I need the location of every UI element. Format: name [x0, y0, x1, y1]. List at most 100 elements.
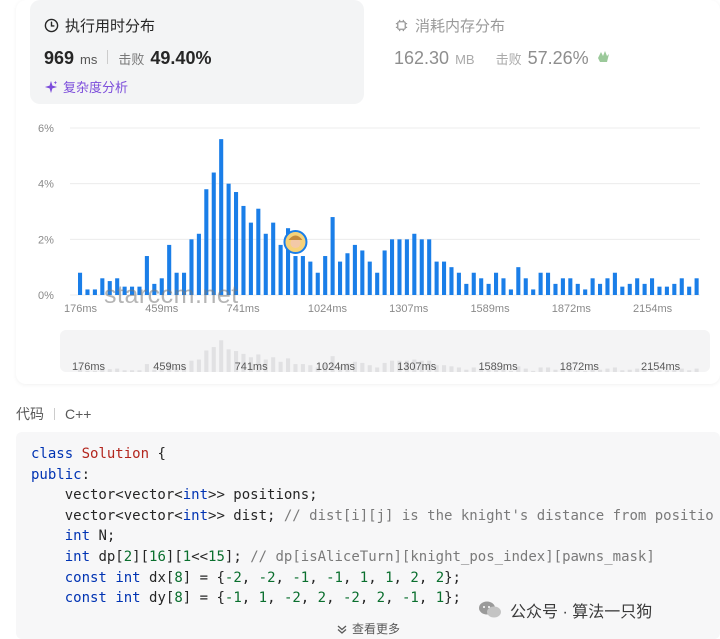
chart-bar[interactable] — [219, 139, 224, 295]
chart-bar[interactable] — [612, 272, 617, 295]
chart-bar[interactable] — [501, 278, 506, 295]
chart-bar[interactable] — [471, 272, 476, 295]
chart-bar[interactable] — [375, 272, 380, 295]
chart-bar[interactable] — [92, 289, 97, 295]
chart-bar[interactable] — [263, 233, 268, 295]
chart-bar[interactable] — [560, 278, 565, 295]
chart-bar[interactable] — [85, 289, 90, 295]
chart-bar[interactable] — [226, 183, 231, 295]
chart-bar[interactable] — [449, 267, 454, 295]
chart-bar[interactable] — [256, 208, 261, 295]
chart-bar[interactable] — [330, 217, 335, 295]
code-token: vector<vector< — [31, 507, 183, 524]
chart-bar[interactable] — [523, 278, 528, 295]
complexity-analysis-link[interactable]: 复杂度分析 — [44, 77, 128, 96]
chart-bar[interactable] — [241, 205, 246, 295]
chart-bar[interactable] — [360, 250, 365, 295]
code-token: // dist[i][j] is the knight's distance f… — [283, 507, 714, 524]
overview-bar — [367, 365, 372, 372]
clock-icon — [44, 18, 59, 33]
chart-bar[interactable] — [531, 289, 536, 295]
chart-bar[interactable] — [390, 239, 395, 295]
chart-bar[interactable] — [271, 222, 276, 295]
chart-bar[interactable] — [672, 283, 677, 295]
chart-bar[interactable] — [382, 250, 387, 295]
chart-bar[interactable] — [694, 278, 699, 295]
chart-bar[interactable] — [687, 286, 692, 295]
code-token: int — [115, 569, 141, 586]
chart-bar[interactable] — [234, 192, 239, 295]
chart-bar[interactable] — [508, 289, 513, 295]
chart-bar[interactable] — [352, 244, 357, 295]
starccm-watermark: starccm.net — [104, 281, 239, 309]
chart-bar[interactable] — [278, 244, 283, 295]
chart-bar[interactable] — [664, 286, 669, 295]
code-token: << — [191, 549, 209, 565]
code-token: const — [64, 569, 107, 586]
chart-bar[interactable] — [464, 283, 469, 295]
chart-bar[interactable] — [538, 272, 543, 295]
chart-bar[interactable] — [494, 272, 499, 295]
code-token: ] = { — [182, 590, 225, 607]
runtime-stat-card[interactable]: 执行用时分布 969 ms 击败 49.40% 复杂度分析 — [30, 0, 364, 104]
x-tick-label: 1307ms — [389, 303, 429, 315]
chart-bar[interactable] — [583, 289, 588, 295]
chart-bar[interactable] — [211, 172, 216, 295]
code-token: 2 — [376, 590, 386, 607]
chart-bar[interactable] — [345, 253, 350, 295]
code-language[interactable]: C++ — [65, 406, 91, 422]
chart-bar[interactable] — [679, 278, 684, 295]
x-tick-label: 1872ms — [552, 303, 592, 315]
code-token: int — [182, 507, 209, 524]
y-tick-label: 0% — [38, 290, 54, 302]
wechat-watermark: 公众号 · 算法一只狗 — [478, 598, 652, 622]
code-line: vector<vector<int>> positions; — [31, 485, 318, 505]
chart-bar[interactable] — [568, 278, 573, 295]
chart-bar[interactable] — [367, 261, 372, 295]
chart-bar[interactable] — [553, 283, 558, 295]
chart-bar[interactable] — [642, 283, 647, 295]
memory-value: 162.30 — [394, 48, 450, 68]
memory-title: 消耗内存分布 — [394, 15, 505, 36]
chart-bar[interactable] — [486, 283, 491, 295]
chart-bar[interactable] — [620, 286, 625, 295]
memory-stat-card[interactable]: 消耗内存分布 162.30 MB 击败 57.26% — [380, 0, 680, 104]
memory-title-text: 消耗内存分布 — [415, 18, 506, 35]
chart-bar[interactable] — [323, 256, 328, 295]
show-more-button[interactable]: 查看更多 — [336, 620, 400, 637]
code-token: : — [81, 466, 91, 483]
overview-bar — [286, 358, 291, 372]
chart-bar[interactable] — [590, 278, 595, 295]
chart-bar[interactable] — [248, 222, 253, 295]
chart-bar[interactable] — [397, 239, 402, 295]
chart-bar[interactable] — [300, 256, 305, 295]
code-token: -2 — [224, 569, 242, 586]
overview-bar — [471, 367, 476, 372]
chart-bar[interactable] — [412, 233, 417, 295]
chart-bar[interactable] — [635, 278, 640, 295]
chart-bar[interactable] — [627, 283, 632, 295]
chart-bar[interactable] — [204, 189, 209, 295]
chart-bar[interactable] — [657, 286, 662, 295]
chart-bar[interactable] — [650, 278, 655, 295]
chart-bar[interactable] — [442, 261, 447, 295]
chart-bar[interactable] — [434, 261, 439, 295]
chart-bar[interactable] — [293, 256, 298, 295]
chart-bar[interactable] — [78, 272, 83, 295]
chart-bar[interactable] — [404, 239, 409, 295]
chart-bar[interactable] — [479, 278, 484, 295]
chart-bar[interactable] — [419, 239, 424, 295]
chart-bar[interactable] — [308, 261, 313, 295]
chart-bar[interactable] — [598, 283, 603, 295]
chart-bar[interactable] — [456, 272, 461, 295]
chart-bar[interactable] — [315, 272, 320, 295]
chart-bar[interactable] — [516, 267, 521, 295]
code-token: }; — [444, 569, 461, 586]
chart-bar[interactable] — [427, 239, 432, 295]
chart-bar[interactable] — [575, 283, 580, 295]
chart-bar[interactable] — [546, 272, 551, 295]
chart-bar[interactable] — [338, 261, 343, 295]
code-token: dy[ — [140, 590, 175, 607]
chart-bar[interactable] — [605, 278, 610, 295]
overview-bar — [382, 362, 387, 372]
